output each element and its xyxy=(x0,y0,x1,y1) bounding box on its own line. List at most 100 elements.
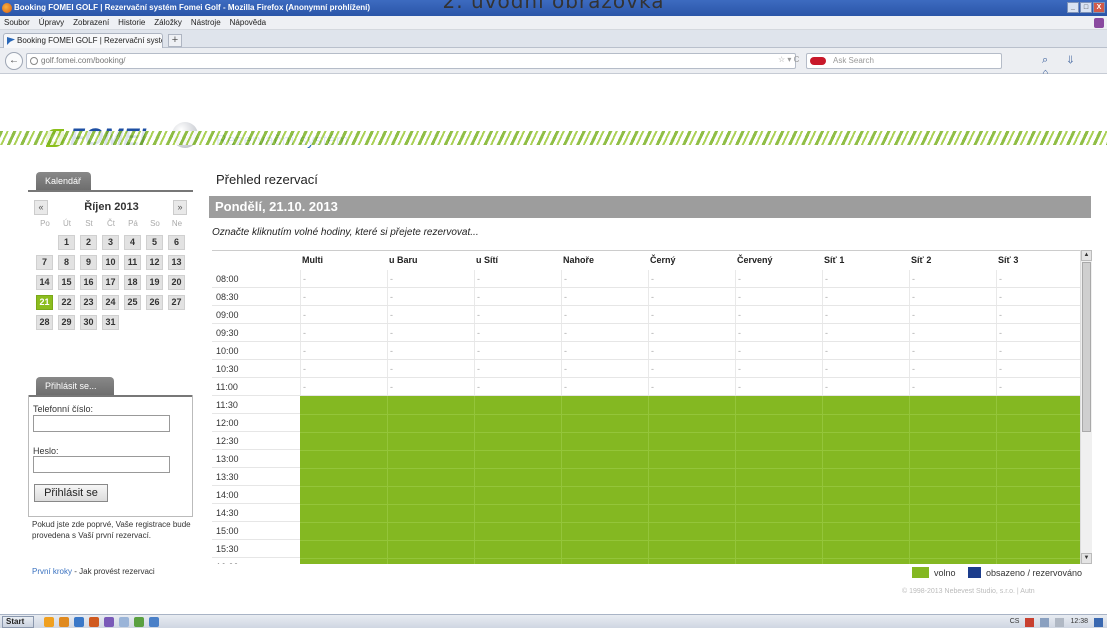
calendar-day[interactable]: 22 xyxy=(58,295,75,310)
calendar-day[interactable]: 27 xyxy=(168,295,185,310)
booked-slot: - xyxy=(738,328,741,338)
booked-slot: - xyxy=(477,382,480,392)
calendar-day[interactable]: 15 xyxy=(58,275,75,290)
calendar-day[interactable]: 26 xyxy=(146,295,163,310)
calendar-day[interactable]: 21 xyxy=(36,295,53,310)
first-steps-text: - Jak provést rezervaci xyxy=(72,567,155,576)
calendar-day[interactable]: 10 xyxy=(102,255,119,270)
free-slots[interactable] xyxy=(300,396,1080,564)
calendar-day[interactable]: 8 xyxy=(58,255,75,270)
time-label: 15:00 xyxy=(216,526,239,536)
booked-slot: - xyxy=(390,346,393,356)
time-label: 09:00 xyxy=(216,310,239,320)
phone-input[interactable] xyxy=(33,415,170,432)
volume-icon[interactable] xyxy=(1055,618,1065,627)
calendar-day[interactable]: 1 xyxy=(58,235,75,250)
calendar-day[interactable]: 29 xyxy=(58,315,75,330)
calendar-day[interactable]: 19 xyxy=(146,275,163,290)
window-icon[interactable] xyxy=(119,617,129,627)
booked-slot: - xyxy=(912,310,915,320)
firefox-taskbar-icon[interactable] xyxy=(89,617,99,627)
back-button[interactable]: ← xyxy=(5,52,23,70)
url-bar[interactable]: golf.fomei.com/booking/ xyxy=(26,53,796,69)
next-month-button[interactable]: » xyxy=(173,200,187,215)
calendar-day[interactable]: 2 xyxy=(80,235,97,250)
column-header: u Baru xyxy=(389,255,418,265)
booked-slot: - xyxy=(912,328,915,338)
url-bar-icons[interactable]: ☆ ▾ C xyxy=(778,53,799,67)
booked-slot: - xyxy=(390,274,393,284)
calendar-day[interactable]: 30 xyxy=(80,315,97,330)
calendar-divider xyxy=(28,190,193,192)
calendar-day[interactable]: 17 xyxy=(102,275,119,290)
menu-edit[interactable]: Úpravy xyxy=(39,16,64,29)
calendar-day[interactable]: 24 xyxy=(102,295,119,310)
show-desktop-icon[interactable] xyxy=(1094,618,1103,627)
booked-slot: - xyxy=(303,310,306,320)
time-row: 11:00 - - - - - - - - - xyxy=(212,378,1080,396)
menu-tools[interactable]: Nástroje xyxy=(191,16,221,29)
folder-icon[interactable] xyxy=(44,617,54,627)
calendar-day[interactable]: 28 xyxy=(36,315,53,330)
column-header: Nahoře xyxy=(563,255,595,265)
language-indicator[interactable]: CS xyxy=(1010,616,1020,628)
explorer-icon[interactable] xyxy=(59,617,69,627)
start-button[interactable]: Start xyxy=(2,616,34,628)
booked-slot: - xyxy=(303,274,306,284)
scroll-up-icon[interactable]: ▲ xyxy=(1081,250,1092,261)
search-input[interactable]: Ask Search xyxy=(806,53,1002,69)
browser-icon[interactable] xyxy=(74,617,84,627)
scrollbar-thumb[interactable] xyxy=(1082,262,1091,432)
calendar-day[interactable]: 3 xyxy=(102,235,119,250)
time-label: 12:30 xyxy=(216,436,239,446)
weekday-label: So xyxy=(150,219,160,228)
prev-month-button[interactable]: « xyxy=(34,200,48,215)
calendar-day[interactable]: 7 xyxy=(36,255,53,270)
menu-file[interactable]: Soubor xyxy=(4,16,30,29)
password-label: Heslo: xyxy=(33,446,59,456)
media-icon[interactable] xyxy=(104,617,114,627)
calendar-day[interactable]: 9 xyxy=(80,255,97,270)
booked-slot: - xyxy=(738,310,741,320)
menu-bookmarks[interactable]: Záložky xyxy=(154,16,182,29)
app-icon[interactable] xyxy=(134,617,144,627)
network-icon[interactable] xyxy=(1040,618,1050,627)
calendar-day[interactable]: 13 xyxy=(168,255,185,270)
scroll-down-icon[interactable]: ▼ xyxy=(1081,553,1092,564)
menu-view[interactable]: Zobrazení xyxy=(73,16,109,29)
booked-slot: - xyxy=(477,292,480,302)
password-input[interactable] xyxy=(33,456,170,473)
booked-slot: - xyxy=(825,382,828,392)
calendar-day[interactable]: 16 xyxy=(80,275,97,290)
calendar-day[interactable]: 12 xyxy=(146,255,163,270)
booked-slot: - xyxy=(825,292,828,302)
menu-help[interactable]: Nápověda xyxy=(230,16,266,29)
booked-slot: - xyxy=(999,346,1002,356)
menu-history[interactable]: Historie xyxy=(118,16,145,29)
calendar-day[interactable]: 18 xyxy=(124,275,141,290)
slot-column-divider xyxy=(474,396,475,564)
calendar-day[interactable]: 4 xyxy=(124,235,141,250)
new-tab-button[interactable]: + xyxy=(168,34,182,47)
calendar-day[interactable]: 31 xyxy=(102,315,119,330)
date-header: Pondělí, 21.10. 2013 xyxy=(209,196,1091,218)
calendar-day[interactable]: 6 xyxy=(168,235,185,250)
booked-slot: - xyxy=(999,310,1002,320)
calendar-day[interactable]: 25 xyxy=(124,295,141,310)
tab-booking[interactable]: Booking FOMEI GOLF | Rezervační systém F… xyxy=(3,33,163,48)
calendar-day[interactable]: 14 xyxy=(36,275,53,290)
calendar-day[interactable]: 5 xyxy=(146,235,163,250)
booked-slot: - xyxy=(477,364,480,374)
calendar-day[interactable]: 23 xyxy=(80,295,97,310)
calendar-day[interactable]: 11 xyxy=(124,255,141,270)
grid-scrollbar[interactable]: ▲ ▼ xyxy=(1080,250,1092,564)
grass-decoration xyxy=(0,131,1107,145)
booked-slot: - xyxy=(738,382,741,392)
mail-icon[interactable] xyxy=(149,617,159,627)
calendar-day[interactable]: 20 xyxy=(168,275,185,290)
first-steps-link[interactable]: První kroky xyxy=(32,567,72,576)
login-button[interactable]: Přihlásit se xyxy=(34,484,108,502)
booked-slot: - xyxy=(477,328,480,338)
tray-icon[interactable] xyxy=(1025,618,1035,627)
slot-row-divider xyxy=(300,522,1080,523)
